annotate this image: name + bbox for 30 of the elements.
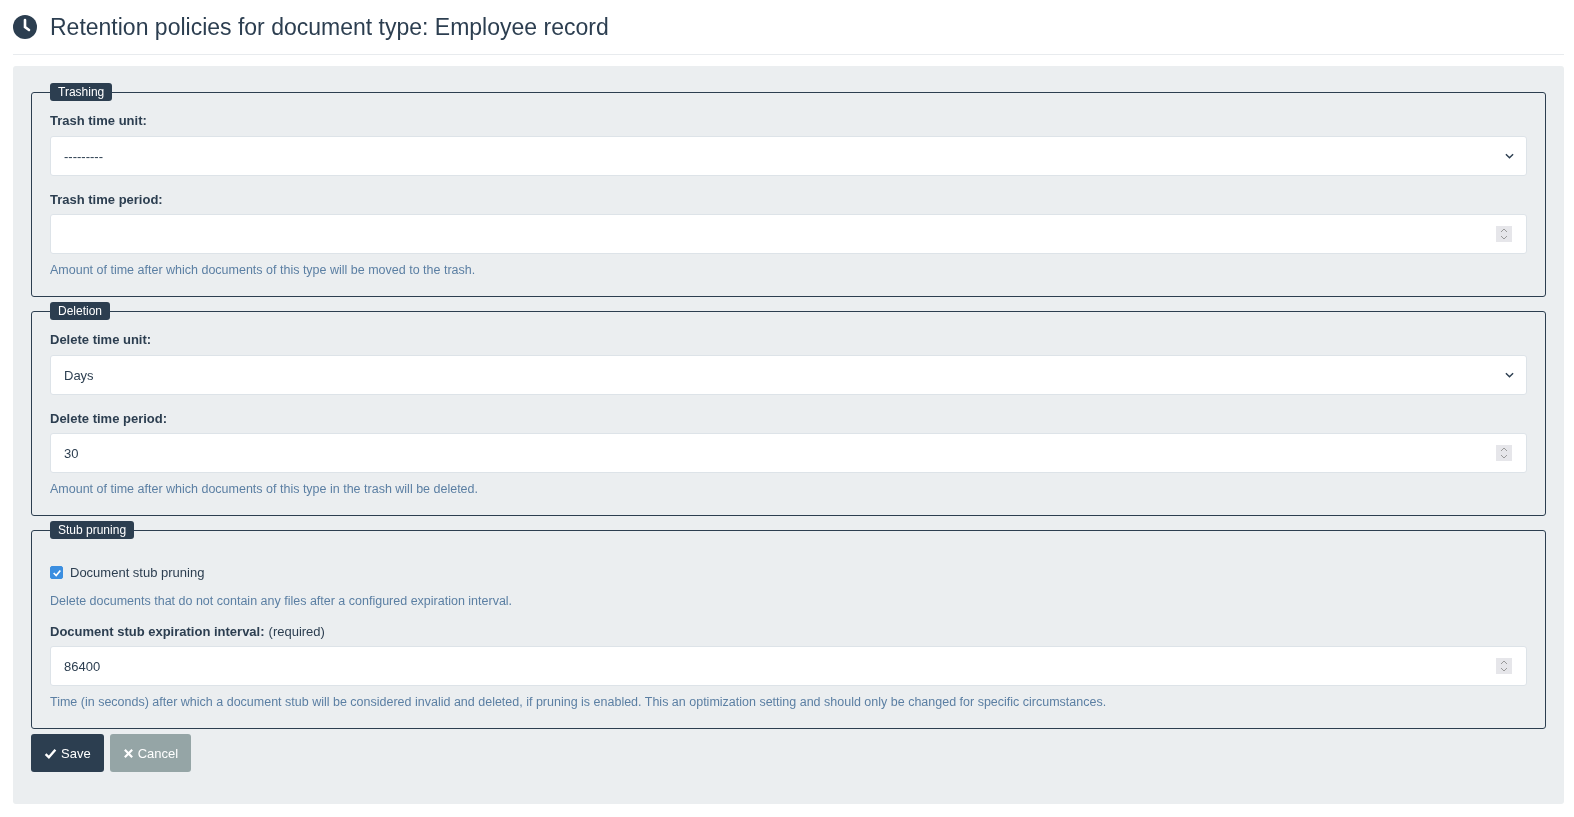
checkbox[interactable] — [50, 566, 63, 579]
spinner-icon — [1496, 226, 1512, 242]
section-legend: Trashing — [50, 83, 113, 101]
field-label: Delete time period: — [50, 411, 168, 426]
chevron-down-icon — [1505, 153, 1514, 159]
chevron-down-icon — [1505, 372, 1514, 378]
number-input[interactable]: 86400 — [50, 646, 1527, 686]
checkmark-icon — [44, 746, 57, 760]
section-legend: Stub pruning — [50, 521, 135, 539]
spinner-icon — [1496, 658, 1512, 674]
dropdown[interactable]: Days — [50, 355, 1527, 395]
help-text: Delete documents that do not contain any files after a configured expiration interval. — [50, 594, 514, 608]
field-label: Trash time period: — [50, 192, 163, 207]
field-label: Trash time unit: — [50, 113, 148, 128]
number-input[interactable] — [50, 214, 1527, 254]
number-input[interactable]: 30 — [50, 433, 1527, 473]
checkbox-label: Document stub pruning — [70, 565, 205, 580]
field-label: Document stub expiration interval: — [50, 624, 265, 639]
clock-icon — [13, 15, 37, 39]
help-text: Amount of time after which documents of this type in the trash will be deleted. — [50, 482, 479, 496]
save-button[interactable]: Save — [31, 734, 104, 772]
help-text: Time (in seconds) after which a document stub will be considered invalid and deleted, if pruning is enabled. This an optimization setting and should only be changed for specific circumstances. — [50, 695, 1108, 709]
close-icon — [122, 747, 134, 759]
page-title: Retention policies for document type: Employee record — [50, 13, 609, 41]
spinner-icon — [1496, 445, 1512, 461]
required-note: (required) — [268, 624, 325, 639]
dropdown[interactable]: --------- — [50, 136, 1527, 176]
help-text: Amount of time after which documents of this type will be moved to the trash. — [50, 263, 477, 277]
field-label: Delete time unit: — [50, 332, 153, 347]
section-legend: Deletion — [50, 302, 111, 320]
